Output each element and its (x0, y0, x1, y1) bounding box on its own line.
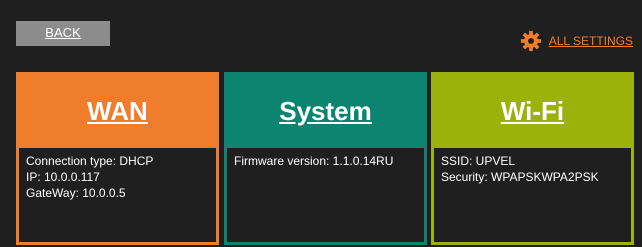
wifi-info: SSID: UPVEL Security: WPAPSKWPA2PSK (434, 148, 631, 190)
system-panel-header[interactable]: System (227, 75, 424, 148)
wan-panel-header[interactable]: WAN (19, 75, 216, 148)
wan-connection-type: Connection type: DHCP (26, 154, 154, 168)
gear-icon (520, 30, 541, 52)
all-settings-label[interactable]: ALL SETTINGS (549, 34, 633, 48)
wifi-security: Security: WPAPSKWPA2PSK (441, 170, 599, 184)
wan-panel[interactable]: WAN Connection type: DHCP IP: 10.0.0.117… (16, 72, 219, 245)
wan-ip: IP: 10.0.0.117 (26, 170, 100, 184)
system-info: Firmware version: 1.1.0.14RU (227, 148, 424, 174)
back-button[interactable]: BACK (16, 21, 110, 46)
wan-title-link[interactable]: WAN (87, 96, 148, 127)
wifi-title-link[interactable]: Wi-Fi (501, 96, 564, 127)
system-title-link[interactable]: System (279, 96, 372, 127)
system-firmware-version: Firmware version: 1.1.0.14RU (234, 154, 394, 168)
wifi-ssid: SSID: UPVEL (441, 154, 516, 168)
wifi-panel-header[interactable]: Wi-Fi (434, 75, 631, 148)
wifi-panel[interactable]: Wi-Fi SSID: UPVEL Security: WPAPSKWPA2PS… (431, 72, 634, 245)
wan-gateway: GateWay: 10.0.0.5 (26, 186, 126, 200)
system-panel[interactable]: System Firmware version: 1.1.0.14RU (224, 72, 427, 245)
all-settings-link[interactable]: ALL SETTINGS (520, 30, 633, 52)
wan-info: Connection type: DHCP IP: 10.0.0.117 Gat… (19, 148, 216, 206)
